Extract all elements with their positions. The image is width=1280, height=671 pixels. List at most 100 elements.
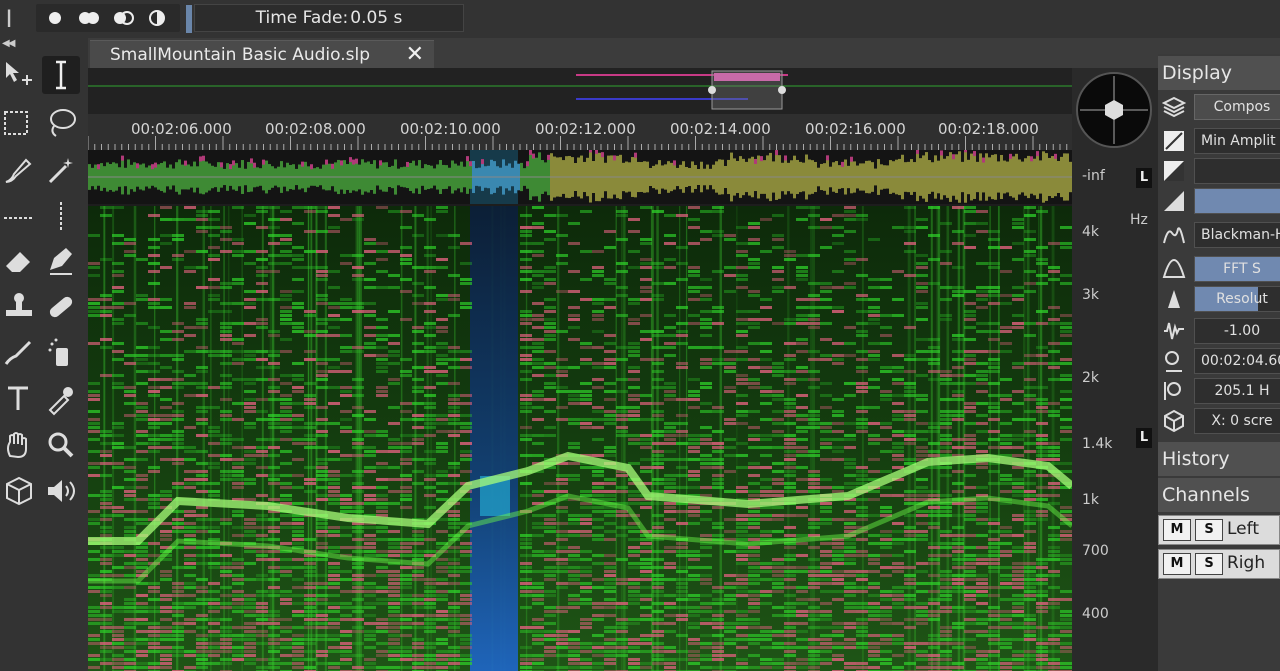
eyedropper-tool-icon[interactable]	[42, 380, 80, 418]
freq-label: 4k	[1082, 224, 1100, 240]
cube-icon	[1164, 409, 1184, 433]
resolution-slider[interactable]: Resolut	[1194, 286, 1280, 312]
channel-badge: L	[1136, 168, 1152, 188]
history-panel-title[interactable]: History	[1158, 442, 1280, 476]
fft-size-icon	[1162, 259, 1186, 278]
mute-button[interactable]: M	[1163, 519, 1191, 541]
spectrogram-graphic	[88, 206, 1072, 671]
pencil-eraser-tool-icon[interactable]	[42, 242, 80, 280]
gain-field[interactable]	[1194, 158, 1280, 184]
time-position-field[interactable]: 00:02:04.60	[1194, 348, 1280, 374]
brush-select-tool-icon[interactable]	[0, 152, 38, 190]
top-toolbar: I Time Fade: 0.05 s	[0, 0, 1280, 38]
layers-icon	[1162, 96, 1186, 118]
collapse-toolbox-icon[interactable]: ◀◀	[2, 38, 15, 49]
scale-strip: -inf L Hz 4k 3k 2k L 1.4k 1k 700 400	[1072, 68, 1158, 671]
display-panel-title[interactable]: Display	[1158, 56, 1280, 90]
composite-row: Compos	[1158, 92, 1280, 122]
toolbox: ◀◀	[0, 38, 88, 671]
freq-label: 2k	[1082, 370, 1100, 386]
text-tool-icon[interactable]	[0, 380, 38, 418]
overview-navigator[interactable]	[88, 68, 1072, 114]
fft-size-slider[interactable]: FFT S	[1194, 256, 1280, 282]
resolution-label: Resolut	[1216, 291, 1268, 307]
document-tab[interactable]: SmallMountain Basic Audio.slp ✕	[90, 40, 434, 70]
heal-tool-icon[interactable]	[42, 288, 80, 326]
window-function-select[interactable]: Blackman-H	[1194, 222, 1280, 248]
close-icon[interactable]: ✕	[406, 42, 424, 67]
window-row: Blackman-H	[1158, 220, 1280, 250]
gain-row	[1158, 156, 1280, 186]
freq-label: 1k	[1082, 492, 1100, 508]
editor-area[interactable]: 00:02:06.000 00:02:08.000 00:02:10.000 0…	[88, 68, 1072, 671]
hand-tool-icon[interactable]	[0, 426, 38, 464]
eraser-tool-icon[interactable]	[0, 242, 38, 280]
magic-wand-tool-icon[interactable]	[42, 152, 80, 190]
freq-label: 400	[1082, 606, 1109, 622]
frequency-row: 205.1 H	[1158, 376, 1280, 406]
fade-slider-handle[interactable]	[186, 5, 192, 33]
contrast-icon	[1164, 131, 1184, 151]
viewport-right-handle[interactable]	[778, 86, 786, 94]
clone-stamp-tool-icon[interactable]	[0, 288, 38, 326]
vertical-select-tool-icon[interactable]	[42, 198, 80, 236]
channel-badge: L	[1136, 428, 1152, 448]
frequency-field[interactable]: 205.1 H	[1194, 378, 1280, 404]
channel-name: Righ	[1227, 553, 1266, 573]
time-fade-field[interactable]: Time Fade: 0.05 s	[194, 4, 464, 32]
move-tool-icon[interactable]	[0, 56, 38, 94]
time-fade-label: Time Fade:	[255, 8, 349, 28]
channel-row-right[interactable]: M S Righ	[1158, 549, 1280, 579]
navigation-wheel-icon[interactable]	[1072, 68, 1158, 154]
rect-select-tool-icon[interactable]	[0, 104, 38, 142]
ruler-ticks	[88, 136, 1068, 150]
frequency-unit-label: Hz	[1130, 212, 1148, 228]
time-selection-icon[interactable]: I	[2, 4, 16, 34]
min-amplitude-row: Min Amplit	[1158, 126, 1280, 156]
brush-tool-icon[interactable]	[0, 334, 38, 372]
selection-mode-group	[36, 4, 180, 32]
full-circle-icon[interactable]	[40, 6, 70, 30]
mute-button[interactable]: M	[1163, 553, 1191, 575]
channel-name: Left	[1227, 519, 1259, 539]
split-circle-icon[interactable]	[142, 6, 172, 30]
channel-row-left[interactable]: M S Left	[1158, 515, 1280, 545]
frequency-select-tool-icon[interactable]	[0, 198, 38, 236]
reassign-field[interactable]: -1.00	[1194, 318, 1280, 344]
waveform-graphic	[88, 147, 1072, 204]
fft-size-label: FFT S	[1223, 261, 1261, 277]
spectrogram-view[interactable]	[88, 206, 1072, 671]
viewport-left-handle[interactable]	[708, 86, 716, 94]
min-amplitude-field[interactable]: Min Amplit	[1194, 128, 1280, 154]
double-circle-icon[interactable]	[74, 6, 104, 30]
solo-button[interactable]: S	[1195, 519, 1223, 541]
lasso-tool-icon[interactable]	[42, 104, 80, 142]
reassign-row: -1.00	[1158, 316, 1280, 346]
waveform-view[interactable]	[88, 147, 1072, 204]
time-fade-value: 0.05 s	[350, 8, 403, 28]
half-circle-icon[interactable]	[108, 6, 138, 30]
right-panel: Display Compos Min Amplit Blackman-H FFT…	[1158, 54, 1280, 671]
amplitude-icon	[1164, 322, 1184, 340]
range-icon	[1164, 191, 1184, 211]
time-zoom-icon	[1165, 351, 1182, 372]
gradient-icon	[1164, 161, 1184, 181]
solo-button[interactable]: S	[1195, 553, 1223, 575]
composite-button[interactable]: Compos	[1194, 94, 1280, 120]
channels-panel-title[interactable]: Channels	[1158, 478, 1280, 512]
spray-tool-icon[interactable]	[42, 334, 80, 372]
time-ruler[interactable]: 00:02:06.000 00:02:08.000 00:02:10.000 0…	[88, 114, 1072, 150]
pan-field[interactable]: X: 0 scre	[1194, 408, 1280, 434]
document-tab-title: SmallMountain Basic Audio.slp	[110, 45, 371, 65]
3d-view-tool-icon[interactable]	[0, 472, 38, 510]
freq-label: 3k	[1082, 287, 1100, 303]
fft-row: FFT S	[1158, 254, 1280, 284]
overview-graphic	[88, 70, 1072, 110]
speaker-tool-icon[interactable]	[42, 472, 80, 510]
resolution-row: Resolut	[1158, 284, 1280, 314]
time-select-tool-icon[interactable]	[42, 56, 80, 94]
window-function-icon	[1163, 227, 1185, 244]
pan-row: X: 0 scre	[1158, 406, 1280, 436]
zoom-tool-icon[interactable]	[42, 426, 80, 464]
range-slider[interactable]	[1194, 188, 1280, 214]
